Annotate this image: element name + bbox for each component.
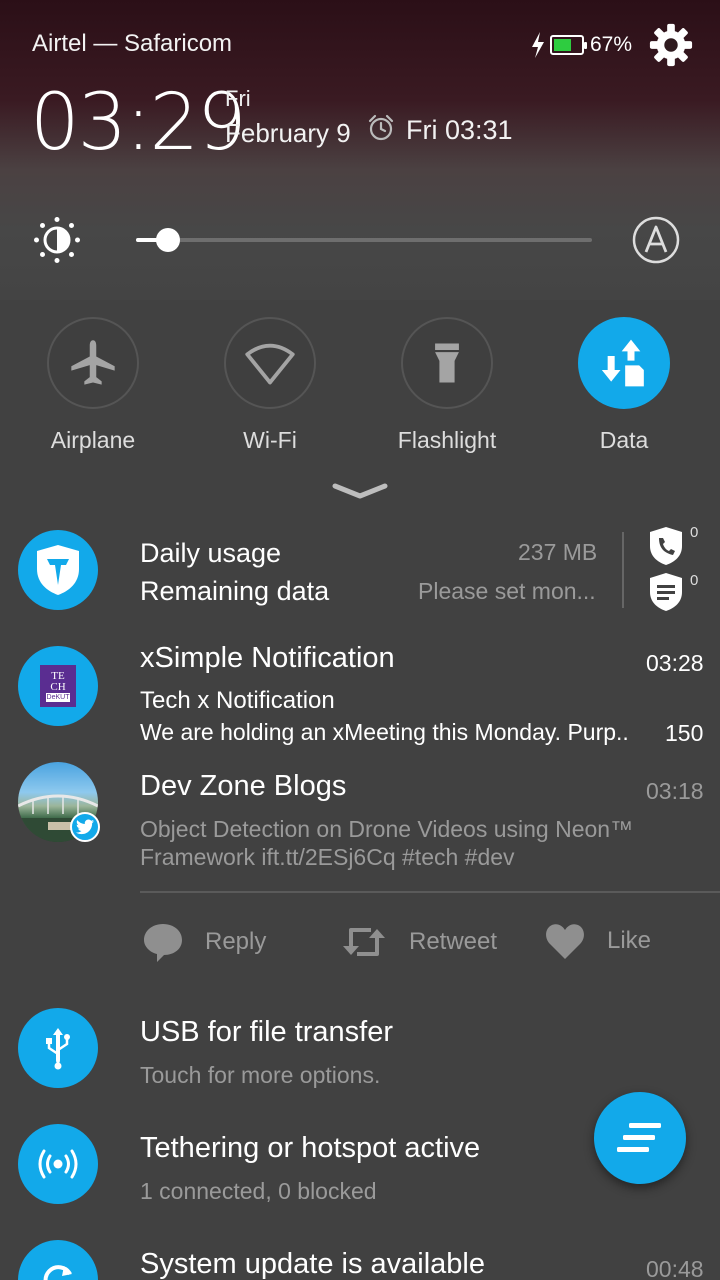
- retweet-label: Retweet: [409, 928, 498, 955]
- like-label: Like: [607, 927, 652, 954]
- messages-count: 0: [690, 572, 699, 589]
- settings-gear-icon[interactable]: [648, 22, 694, 68]
- shield-icon: [37, 545, 79, 595]
- hotspot-icon: [38, 1149, 78, 1179]
- daily-usage-label: Daily usage: [140, 538, 282, 568]
- reply-button[interactable]: Reply: [143, 922, 266, 962]
- notification-title: Tethering or hotspot active: [140, 1132, 481, 1164]
- tech-dekut-logo: TE CH DeKUT: [40, 665, 76, 707]
- remaining-data-label: Remaining data: [140, 576, 330, 606]
- clock-hours: 03: [30, 78, 127, 168]
- notification-title: xSimple Notification: [140, 642, 395, 674]
- notification-time: 00:48: [646, 1256, 704, 1280]
- notification-body-line1: Object Detection on Drone Videos using N…: [140, 816, 634, 842]
- flashlight-icon: [435, 343, 459, 383]
- battery-percent: 67%: [590, 33, 633, 56]
- brightness-icon: [34, 217, 80, 263]
- clock-day: Fri: [225, 86, 251, 111]
- notification-subtitle: Tech x Notification: [140, 687, 335, 714]
- data-usage-app-icon[interactable]: [18, 530, 98, 610]
- toggle-label: Wi-Fi: [243, 427, 297, 453]
- reply-bubble-icon: [144, 924, 182, 962]
- twitter-badge: [70, 812, 100, 842]
- wifi-icon: [245, 343, 295, 385]
- battery-level-fill: [554, 39, 571, 51]
- next-alarm[interactable]: Fri 03:31: [406, 115, 513, 146]
- toggle-airplane-button[interactable]: [47, 317, 139, 409]
- notification-time: 03:28: [646, 650, 704, 676]
- clear-all-icon: [617, 1123, 661, 1152]
- charging-bolt-icon: [532, 32, 544, 58]
- clock-time[interactable]: 03:29: [30, 78, 247, 168]
- heart-icon: [546, 924, 584, 959]
- toggle-flashlight-button[interactable]: [401, 317, 493, 409]
- retweet-button[interactable]: Retweet: [341, 922, 497, 962]
- auto-brightness-icon[interactable]: [632, 216, 680, 264]
- daily-usage-value: 237 MB: [518, 539, 598, 565]
- reply-label: Reply: [205, 928, 267, 955]
- toggle-wifi-button[interactable]: [224, 317, 316, 409]
- horizontal-divider: [140, 891, 720, 893]
- clock-date[interactable]: February 9: [225, 118, 351, 149]
- usb-icon: [46, 1028, 70, 1070]
- vertical-divider: [622, 532, 624, 608]
- message-shield-icon[interactable]: [648, 572, 684, 612]
- refresh-icon: [43, 1265, 72, 1280]
- notification-body: We are holding an xMeeting this Monday. …: [140, 719, 629, 745]
- calls-count: 0: [690, 524, 699, 541]
- clear-notifications-button[interactable]: [594, 1092, 686, 1184]
- brightness-slider[interactable]: [136, 228, 592, 252]
- toggle-wifi[interactable]: Wi-Fi: [182, 317, 358, 454]
- battery-icon: [550, 35, 587, 55]
- mobile-data-icon: [601, 339, 644, 387]
- xsimple-app-icon[interactable]: TE CH DeKUT: [18, 646, 98, 726]
- toggle-label: Flashlight: [397, 427, 497, 453]
- twitter-bird-icon: [76, 819, 94, 835]
- notification-title: System update is available: [140, 1248, 485, 1280]
- call-shield-icon[interactable]: [648, 526, 684, 566]
- retweet-icon: [343, 928, 385, 956]
- toggle-label: Data: [599, 427, 649, 453]
- notification-subtitle: 1 connected, 0 blocked: [140, 1178, 377, 1204]
- alarm-clock-icon: [368, 114, 394, 141]
- like-button[interactable]: Like: [545, 922, 651, 960]
- battery-indicator: 67%: [530, 30, 632, 60]
- carrier-name: Airtel — Safaricom: [32, 30, 233, 57]
- expand-chevron-icon[interactable]: [330, 480, 390, 504]
- toggle-airplane[interactable]: Airplane: [5, 317, 181, 454]
- remaining-data-value[interactable]: Please set mon...: [418, 578, 596, 605]
- notification-body-line2: Framework ift.tt/2ESj6Cq #tech #dev: [140, 844, 515, 870]
- notification-time: 03:18: [646, 778, 704, 804]
- brightness-slider-thumb[interactable]: [156, 228, 180, 252]
- toggle-data[interactable]: Data: [536, 317, 712, 454]
- system-update-app-icon[interactable]: [18, 1240, 98, 1280]
- airplane-icon: [71, 340, 115, 385]
- tethering-app-icon[interactable]: [18, 1124, 98, 1204]
- usb-app-icon[interactable]: [18, 1008, 98, 1088]
- toggle-flashlight[interactable]: Flashlight: [359, 317, 535, 454]
- notification-title: Dev Zone Blogs: [140, 770, 347, 802]
- notification-title: USB for file transfer: [140, 1016, 394, 1048]
- notification-subtitle: Touch for more options.: [140, 1062, 381, 1088]
- clock-separator: :: [125, 78, 151, 168]
- toggle-label: Airplane: [50, 427, 136, 453]
- notification-count: 150: [665, 720, 704, 746]
- toggle-data-button[interactable]: [578, 317, 670, 409]
